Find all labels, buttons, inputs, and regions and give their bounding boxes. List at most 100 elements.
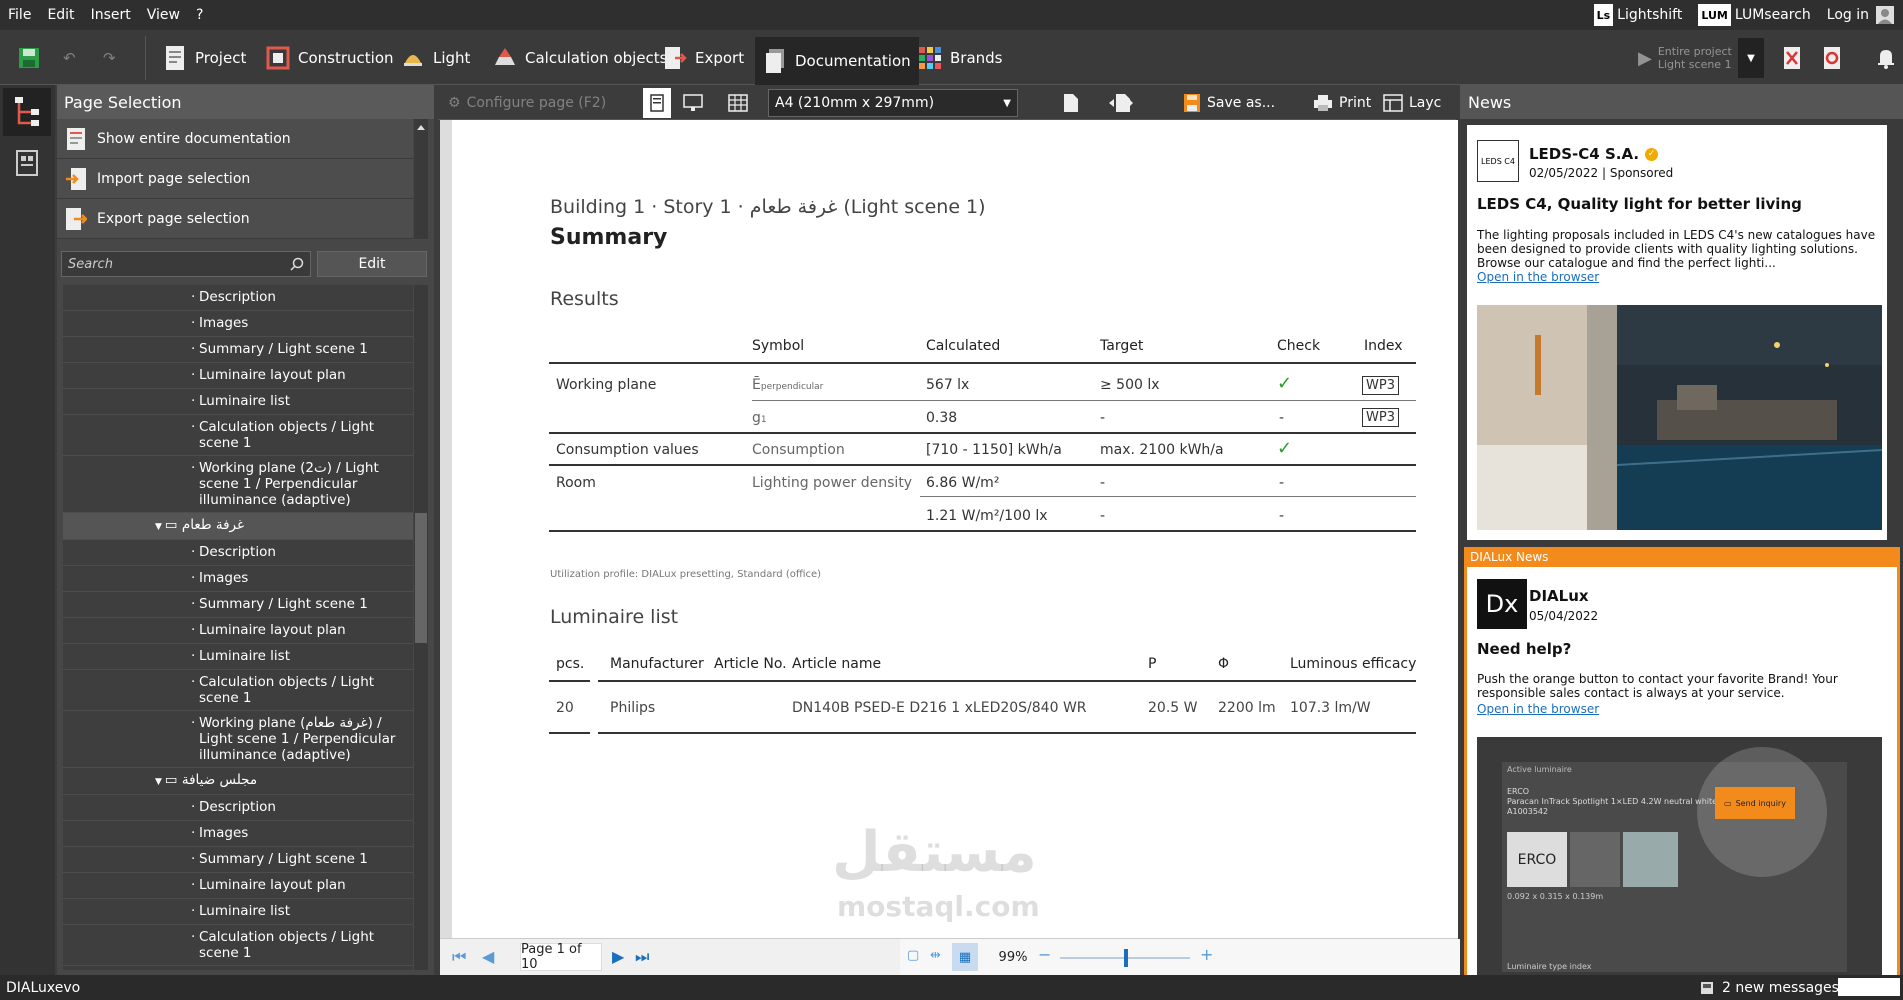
tree-item[interactable]: · Description (63, 795, 413, 821)
portrait-view-button[interactable] (643, 88, 671, 118)
tree-item[interactable]: · Calculation objects / Light scene 1 (63, 415, 413, 456)
save-button[interactable] (10, 38, 48, 78)
tree-item[interactable]: · Summary / Light scene 1 (63, 337, 413, 363)
tree-item[interactable]: · Luminaire list (63, 389, 413, 415)
page-indicator[interactable]: Page 1 of 10 (520, 942, 602, 972)
tree-folder-label: غرفة طعام (181, 517, 245, 533)
tree-item[interactable]: · Summary / Light scene 1 (63, 847, 413, 873)
tree-item[interactable]: · Images (63, 821, 413, 847)
scope-dropdown-button[interactable]: ▼ (1738, 38, 1764, 78)
configure-page-button[interactable]: ⚙ Configure page (F2) (448, 89, 606, 117)
zoom-in-button[interactable]: + (1200, 945, 1213, 964)
tab-calculation-objects[interactable]: Calculation objects (485, 38, 676, 78)
tree-item[interactable]: · Luminaire layout plan (63, 618, 413, 644)
leds-news-image[interactable] (1477, 305, 1882, 530)
tab-construction[interactable]: Construction (258, 38, 402, 78)
messages-indicator[interactable]: 2 new messages (1700, 980, 1839, 996)
last-page-button[interactable]: ⏭ (635, 947, 649, 967)
lightshift-link[interactable]: Ls Lightshift (1593, 4, 1682, 26)
tree-item[interactable]: · Luminaire list (63, 644, 413, 670)
fit-width-button[interactable]: ⇹ (930, 948, 941, 963)
fit-page-button[interactable]: ▢ (907, 948, 919, 963)
save-as-button[interactable]: Save as... (1183, 89, 1275, 117)
previous-page-button[interactable]: ◀ (482, 947, 494, 966)
menu-insert[interactable]: Insert (83, 7, 139, 23)
tree-item[interactable]: · Summary / Light scene 1 (63, 592, 413, 618)
settings-button[interactable] (1815, 38, 1849, 78)
layout-button[interactable]: Layc (1383, 89, 1441, 117)
leds-open-link[interactable]: Open in the browser (1477, 270, 1599, 284)
leds-company[interactable]: LEDS-C4 S.A. ✓ (1529, 145, 1659, 163)
export-page-selection-button[interactable]: Export page selection (57, 199, 413, 239)
login-link[interactable]: Log in (1827, 5, 1895, 25)
dialux-open-link[interactable]: Open in the browser (1477, 702, 1599, 716)
zoom-value[interactable]: 99% (988, 943, 1038, 971)
tree-item[interactable]: · Description (63, 540, 413, 566)
notifications-button[interactable] (1868, 38, 1903, 78)
header-index: Index (1364, 338, 1403, 354)
document-toolbar: ⚙ Configure page (F2) A4 (210mm x 297mm)… (438, 85, 1456, 120)
grid-view-button[interactable] (728, 89, 748, 117)
menu-view[interactable]: View (139, 7, 188, 23)
tree-item[interactable]: · Luminaire layout plan (63, 363, 413, 389)
new-page-button[interactable] (1063, 89, 1079, 117)
undo-button[interactable]: ↶ (55, 38, 84, 78)
tree-folder[interactable]: ▼ ▭ مجلس ضيافة (63, 768, 413, 795)
tab-documentation[interactable]: Documentation (755, 37, 919, 85)
bullet-icon: · (191, 929, 196, 945)
tree-item[interactable]: · Luminaire layout plan (63, 873, 413, 899)
edit-button[interactable]: Edit (317, 251, 427, 277)
shot-product-thumb (1570, 832, 1620, 887)
tab-brands[interactable]: Brands (910, 38, 1011, 78)
tree-item[interactable]: · Calculation objects / Light scene 1 (63, 925, 413, 966)
tree-item[interactable]: · Working plane (غرفة طعام) / Light scene… (63, 711, 413, 768)
import-page-selection-button[interactable]: Import page selection (57, 159, 413, 199)
tab-project[interactable]: Project (155, 38, 254, 78)
delete-button[interactable] (1775, 38, 1809, 78)
messages-label: 2 new messages (1722, 979, 1839, 996)
dialux-company[interactable]: DIALux (1529, 587, 1589, 605)
print-button[interactable]: Print (1313, 89, 1371, 117)
lumsearch-link[interactable]: LUM LUMsearch (1698, 4, 1811, 26)
bell-icon (1878, 50, 1894, 69)
tree-item[interactable]: · Images (63, 566, 413, 592)
tree-item[interactable]: · Working plane (2ت) / Light scene 1 / Pe… (63, 456, 413, 513)
search-input[interactable]: Search (61, 251, 311, 277)
multi-page-button[interactable]: ▦ (952, 943, 978, 971)
chevron-down-icon: ▼ (1747, 52, 1755, 64)
menu-help[interactable]: ? (188, 7, 211, 23)
tree-item[interactable]: · Images (63, 311, 413, 337)
page-tree-scrollbar[interactable] (414, 285, 428, 970)
scrollbar-thumb[interactable] (415, 513, 427, 643)
button-list-scrollbar[interactable] (414, 119, 428, 239)
page-layout-button[interactable] (3, 139, 51, 187)
bullet-icon: · (191, 799, 196, 815)
zoom-out-button[interactable]: − (1038, 945, 1051, 964)
zoom-slider-thumb[interactable] (1124, 949, 1128, 967)
configure-label: Configure page (F2) (466, 95, 607, 111)
tab-light[interactable]: Light (393, 38, 478, 78)
tree-folder[interactable]: ▼ ▭ غرفة طعام (63, 513, 413, 540)
first-page-button[interactable]: ⏮ (452, 947, 466, 967)
show-entire-documentation-button[interactable]: Show entire documentation (57, 119, 413, 159)
page-tree-button[interactable] (3, 88, 51, 136)
landscape-view-button[interactable] (683, 89, 703, 117)
scope-selector[interactable]: ▶ Entire project Light scene 1 (1630, 38, 1740, 78)
page-size-select[interactable]: A4 (210mm x 297mm) ▼ (768, 89, 1018, 117)
menu-edit[interactable]: Edit (39, 7, 82, 23)
chevron-down-icon[interactable]: ▼ (155, 522, 165, 532)
chevron-down-icon[interactable]: ▼ (155, 777, 165, 787)
redo-button[interactable]: ↷ (95, 38, 124, 78)
move-page-button[interactable] (1108, 89, 1134, 117)
menu-file[interactable]: File (0, 7, 39, 23)
table-rule (549, 432, 1416, 434)
tree-item[interactable]: · Luminaire list (63, 899, 413, 925)
shot-send-label: Send inquiry (1735, 798, 1786, 808)
tree-item[interactable]: · Description (63, 285, 413, 311)
next-page-button[interactable]: ▶ (612, 947, 624, 966)
dialux-news-image[interactable]: Active luminaire ERCO Paracan InTrack Sp… (1477, 737, 1882, 977)
tab-export[interactable]: Export (655, 38, 752, 78)
tree-item[interactable]: · Calculation objects / Light scene 1 (63, 670, 413, 711)
tree-item-label: Summary / Light scene 1 (199, 851, 368, 867)
import-label: Import page selection (97, 170, 251, 187)
